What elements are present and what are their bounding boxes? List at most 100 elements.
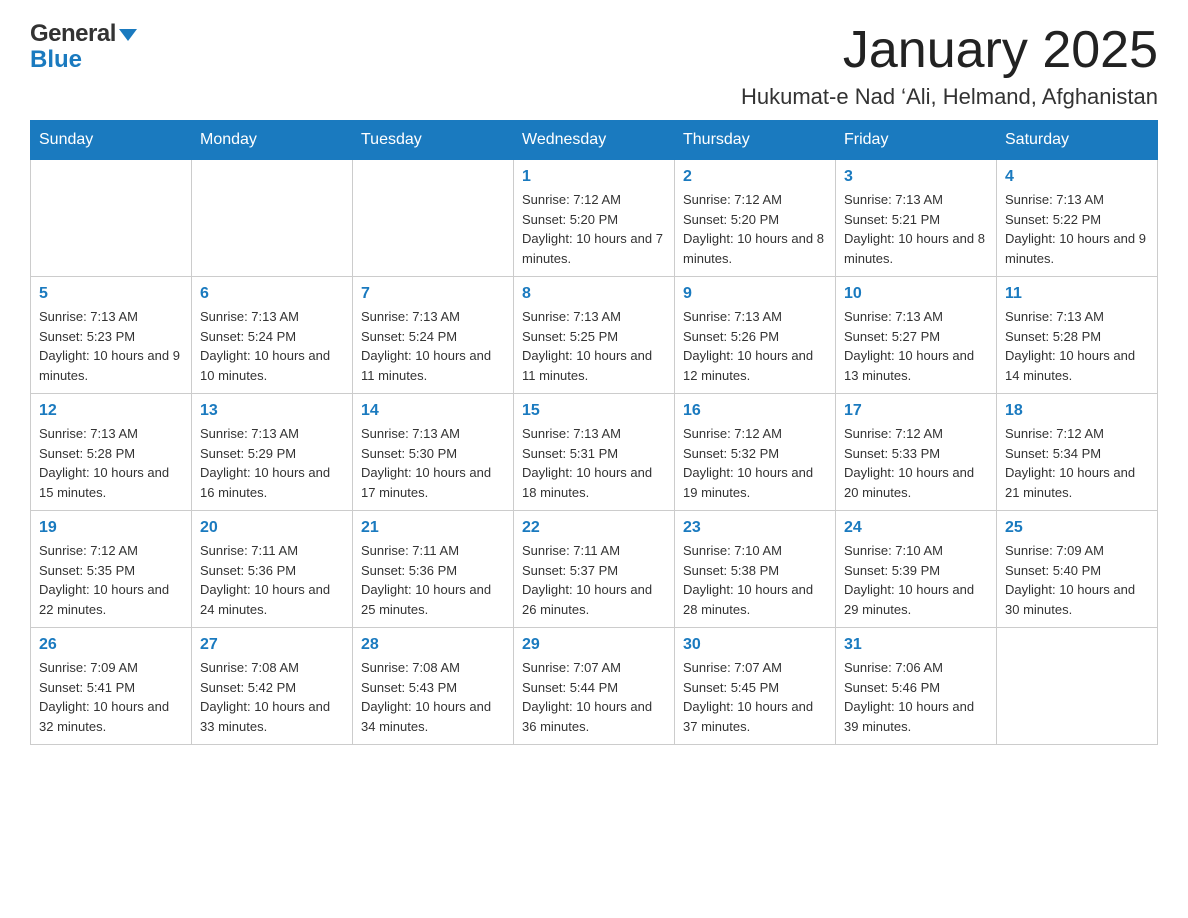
table-row: 4 Sunrise: 7:13 AM Sunset: 5:22 PM Daylig… — [997, 160, 1158, 277]
day-number: 16 — [683, 402, 827, 420]
header: General Blue January 2025 Hukumat-e Nad … — [30, 20, 1158, 110]
table-row: 30Sunrise: 7:07 AM Sunset: 5:45 PM Dayli… — [675, 628, 836, 745]
day-info: Sunrise: 7:13 AM Sunset: 5:26 PM Dayligh… — [683, 307, 827, 385]
col-sunday: Sunday — [31, 121, 192, 160]
day-info: Sunrise: 7:13 AM Sunset: 5:28 PM Dayligh… — [39, 424, 183, 502]
day-number: 20 — [200, 519, 344, 537]
table-row: 1 Sunrise: 7:12 AM Sunset: 5:20 PM Daylig… — [514, 160, 675, 277]
table-row: 14 Sunrise: 7:13 AM Sunset: 5:30 PM Dayli… — [353, 394, 514, 511]
day-info: Sunrise: 7:11 AM Sunset: 5:36 PM Dayligh… — [361, 541, 505, 619]
table-row — [192, 160, 353, 277]
day-info: Sunrise: 7:08 AM Sunset: 5:43 PM Dayligh… — [361, 658, 505, 736]
table-row: 18 Sunrise: 7:12 AM Sunset: 5:34 PM Dayli… — [997, 394, 1158, 511]
table-row: 23Sunrise: 7:10 AM Sunset: 5:38 PM Dayli… — [675, 511, 836, 628]
table-row: 24 Sunrise: 7:10 AM Sunset: 5:39 PM Dayli… — [836, 511, 997, 628]
subtitle: Hukumat-e Nad ‘Ali, Helmand, Afghanistan — [741, 84, 1158, 110]
day-info: Sunrise: 7:12 AM Sunset: 5:33 PM Dayligh… — [844, 424, 988, 502]
logo-arrow-icon — [119, 29, 137, 41]
day-number: 11 — [1005, 285, 1149, 303]
table-row: 8 Sunrise: 7:13 AM Sunset: 5:25 PM Daylig… — [514, 277, 675, 394]
day-number: 9 — [683, 285, 827, 303]
logo: General Blue — [30, 20, 137, 74]
day-number: 5 — [39, 285, 183, 303]
table-row: 7 Sunrise: 7:13 AM Sunset: 5:24 PM Daylig… — [353, 277, 514, 394]
day-number: 25 — [1005, 519, 1149, 537]
day-number: 19 — [39, 519, 183, 537]
day-number: 3 — [844, 168, 988, 186]
day-info: Sunrise: 7:12 AM Sunset: 5:34 PM Dayligh… — [1005, 424, 1149, 502]
day-number: 4 — [1005, 168, 1149, 186]
calendar-week-row: 12 Sunrise: 7:13 AM Sunset: 5:28 PM Dayli… — [31, 394, 1158, 511]
day-number: 29 — [522, 636, 666, 654]
day-info: Sunrise: 7:12 AM Sunset: 5:32 PM Dayligh… — [683, 424, 827, 502]
table-row: 31Sunrise: 7:06 AM Sunset: 5:46 PM Dayli… — [836, 628, 997, 745]
table-row: 13Sunrise: 7:13 AM Sunset: 5:29 PM Dayli… — [192, 394, 353, 511]
calendar-week-row: 5 Sunrise: 7:13 AM Sunset: 5:23 PM Daylig… — [31, 277, 1158, 394]
calendar-header-row: Sunday Monday Tuesday Wednesday Thursday… — [31, 121, 1158, 160]
col-monday: Monday — [192, 121, 353, 160]
day-info: Sunrise: 7:12 AM Sunset: 5:20 PM Dayligh… — [683, 190, 827, 268]
day-number: 21 — [361, 519, 505, 537]
table-row: 6Sunrise: 7:13 AM Sunset: 5:24 PM Daylig… — [192, 277, 353, 394]
calendar-week-row: 1 Sunrise: 7:12 AM Sunset: 5:20 PM Daylig… — [31, 160, 1158, 277]
day-number: 24 — [844, 519, 988, 537]
table-row — [997, 628, 1158, 745]
day-number: 22 — [522, 519, 666, 537]
col-saturday: Saturday — [997, 121, 1158, 160]
day-info: Sunrise: 7:12 AM Sunset: 5:20 PM Dayligh… — [522, 190, 666, 268]
day-number: 14 — [361, 402, 505, 420]
col-tuesday: Tuesday — [353, 121, 514, 160]
table-row: 10 Sunrise: 7:13 AM Sunset: 5:27 PM Dayli… — [836, 277, 997, 394]
day-number: 27 — [200, 636, 344, 654]
day-info: Sunrise: 7:13 AM Sunset: 5:28 PM Dayligh… — [1005, 307, 1149, 385]
calendar-week-row: 19 Sunrise: 7:12 AM Sunset: 5:35 PM Dayli… — [31, 511, 1158, 628]
day-number: 2 — [683, 168, 827, 186]
day-number: 31 — [844, 636, 988, 654]
day-number: 1 — [522, 168, 666, 186]
table-row: 11 Sunrise: 7:13 AM Sunset: 5:28 PM Dayli… — [997, 277, 1158, 394]
day-info: Sunrise: 7:07 AM Sunset: 5:45 PM Dayligh… — [683, 658, 827, 736]
day-info: Sunrise: 7:13 AM Sunset: 5:23 PM Dayligh… — [39, 307, 183, 385]
day-number: 23 — [683, 519, 827, 537]
table-row: 15 Sunrise: 7:13 AM Sunset: 5:31 PM Dayli… — [514, 394, 675, 511]
day-info: Sunrise: 7:13 AM Sunset: 5:21 PM Dayligh… — [844, 190, 988, 268]
title-area: January 2025 Hukumat-e Nad ‘Ali, Helmand… — [741, 20, 1158, 110]
day-info: Sunrise: 7:10 AM Sunset: 5:39 PM Dayligh… — [844, 541, 988, 619]
table-row: 5 Sunrise: 7:13 AM Sunset: 5:23 PM Daylig… — [31, 277, 192, 394]
table-row: 9 Sunrise: 7:13 AM Sunset: 5:26 PM Daylig… — [675, 277, 836, 394]
col-friday: Friday — [836, 121, 997, 160]
day-number: 18 — [1005, 402, 1149, 420]
day-number: 15 — [522, 402, 666, 420]
table-row: 26 Sunrise: 7:09 AM Sunset: 5:41 PM Dayli… — [31, 628, 192, 745]
day-number: 12 — [39, 402, 183, 420]
table-row: 17Sunrise: 7:12 AM Sunset: 5:33 PM Dayli… — [836, 394, 997, 511]
day-number: 7 — [361, 285, 505, 303]
day-number: 26 — [39, 636, 183, 654]
day-info: Sunrise: 7:13 AM Sunset: 5:31 PM Dayligh… — [522, 424, 666, 502]
table-row: 3 Sunrise: 7:13 AM Sunset: 5:21 PM Daylig… — [836, 160, 997, 277]
table-row: 16 Sunrise: 7:12 AM Sunset: 5:32 PM Dayli… — [675, 394, 836, 511]
day-info: Sunrise: 7:09 AM Sunset: 5:41 PM Dayligh… — [39, 658, 183, 736]
day-info: Sunrise: 7:12 AM Sunset: 5:35 PM Dayligh… — [39, 541, 183, 619]
table-row — [353, 160, 514, 277]
table-row: 22 Sunrise: 7:11 AM Sunset: 5:37 PM Dayli… — [514, 511, 675, 628]
day-info: Sunrise: 7:13 AM Sunset: 5:29 PM Dayligh… — [200, 424, 344, 502]
day-number: 28 — [361, 636, 505, 654]
table-row: 12 Sunrise: 7:13 AM Sunset: 5:28 PM Dayli… — [31, 394, 192, 511]
table-row: 25Sunrise: 7:09 AM Sunset: 5:40 PM Dayli… — [997, 511, 1158, 628]
day-info: Sunrise: 7:13 AM Sunset: 5:24 PM Dayligh… — [361, 307, 505, 385]
day-info: Sunrise: 7:13 AM Sunset: 5:27 PM Dayligh… — [844, 307, 988, 385]
day-number: 10 — [844, 285, 988, 303]
day-number: 8 — [522, 285, 666, 303]
col-wednesday: Wednesday — [514, 121, 675, 160]
table-row: 21 Sunrise: 7:11 AM Sunset: 5:36 PM Dayli… — [353, 511, 514, 628]
day-info: Sunrise: 7:13 AM Sunset: 5:22 PM Dayligh… — [1005, 190, 1149, 268]
calendar-week-row: 26 Sunrise: 7:09 AM Sunset: 5:41 PM Dayli… — [31, 628, 1158, 745]
main-title: January 2025 — [741, 20, 1158, 80]
day-info: Sunrise: 7:13 AM Sunset: 5:25 PM Dayligh… — [522, 307, 666, 385]
day-info: Sunrise: 7:13 AM Sunset: 5:30 PM Dayligh… — [361, 424, 505, 502]
table-row — [31, 160, 192, 277]
logo-line2: Blue — [30, 46, 137, 74]
day-info: Sunrise: 7:11 AM Sunset: 5:37 PM Dayligh… — [522, 541, 666, 619]
day-info: Sunrise: 7:08 AM Sunset: 5:42 PM Dayligh… — [200, 658, 344, 736]
